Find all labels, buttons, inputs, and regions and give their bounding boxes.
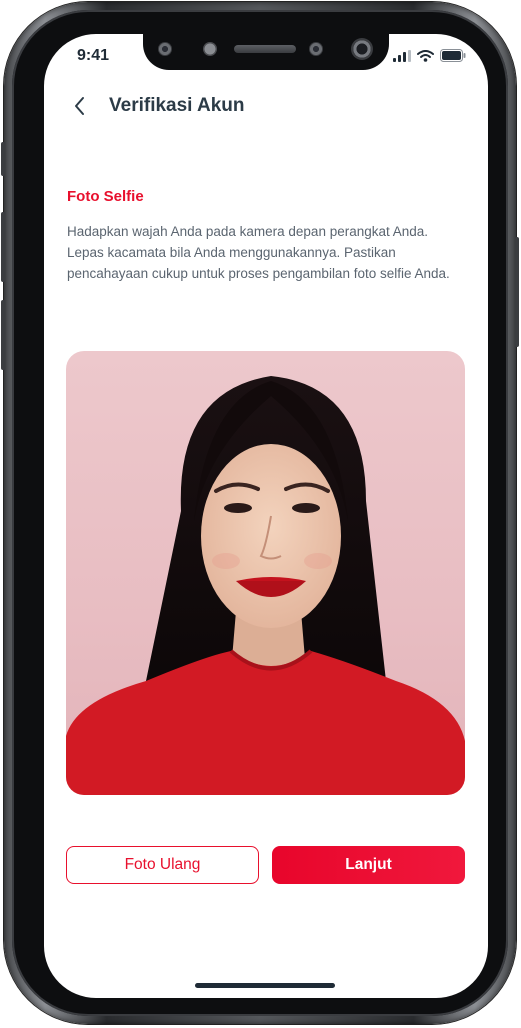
section-title: Foto Selfie (67, 188, 144, 205)
power-button (515, 237, 519, 347)
retake-photo-button[interactable]: Foto Ulang (66, 846, 259, 884)
sensor-icon (309, 42, 323, 56)
home-indicator[interactable] (195, 983, 335, 988)
selfie-photo (66, 351, 465, 795)
speaker-icon (234, 45, 296, 53)
volume-up-button (1, 212, 5, 282)
wifi-icon (417, 49, 434, 62)
chevron-left-icon (75, 97, 84, 115)
phone-frame: 9:41 Verifikasi Akun Foto Selfie Hadapka… (1, 2, 519, 1024)
status-icons (393, 49, 466, 62)
front-camera-icon (351, 38, 373, 60)
page-title: Verifikasi Akun (109, 95, 245, 116)
sensor-icon (158, 42, 172, 56)
section-description: Hadapkan wajah Anda pada kamera depan pe… (67, 224, 450, 281)
mute-switch (1, 142, 5, 176)
next-button[interactable]: Lanjut (272, 846, 465, 884)
volume-down-button (1, 300, 5, 370)
selfie-illustration (66, 376, 465, 795)
back-button[interactable] (68, 94, 92, 118)
signal-icon (393, 49, 411, 62)
screen: 9:41 Verifikasi Akun Foto Selfie Hadapka… (44, 34, 488, 998)
notch (143, 34, 389, 70)
battery-icon (440, 49, 466, 62)
status-time: 9:41 (77, 47, 110, 64)
sensor-icon (203, 42, 217, 56)
